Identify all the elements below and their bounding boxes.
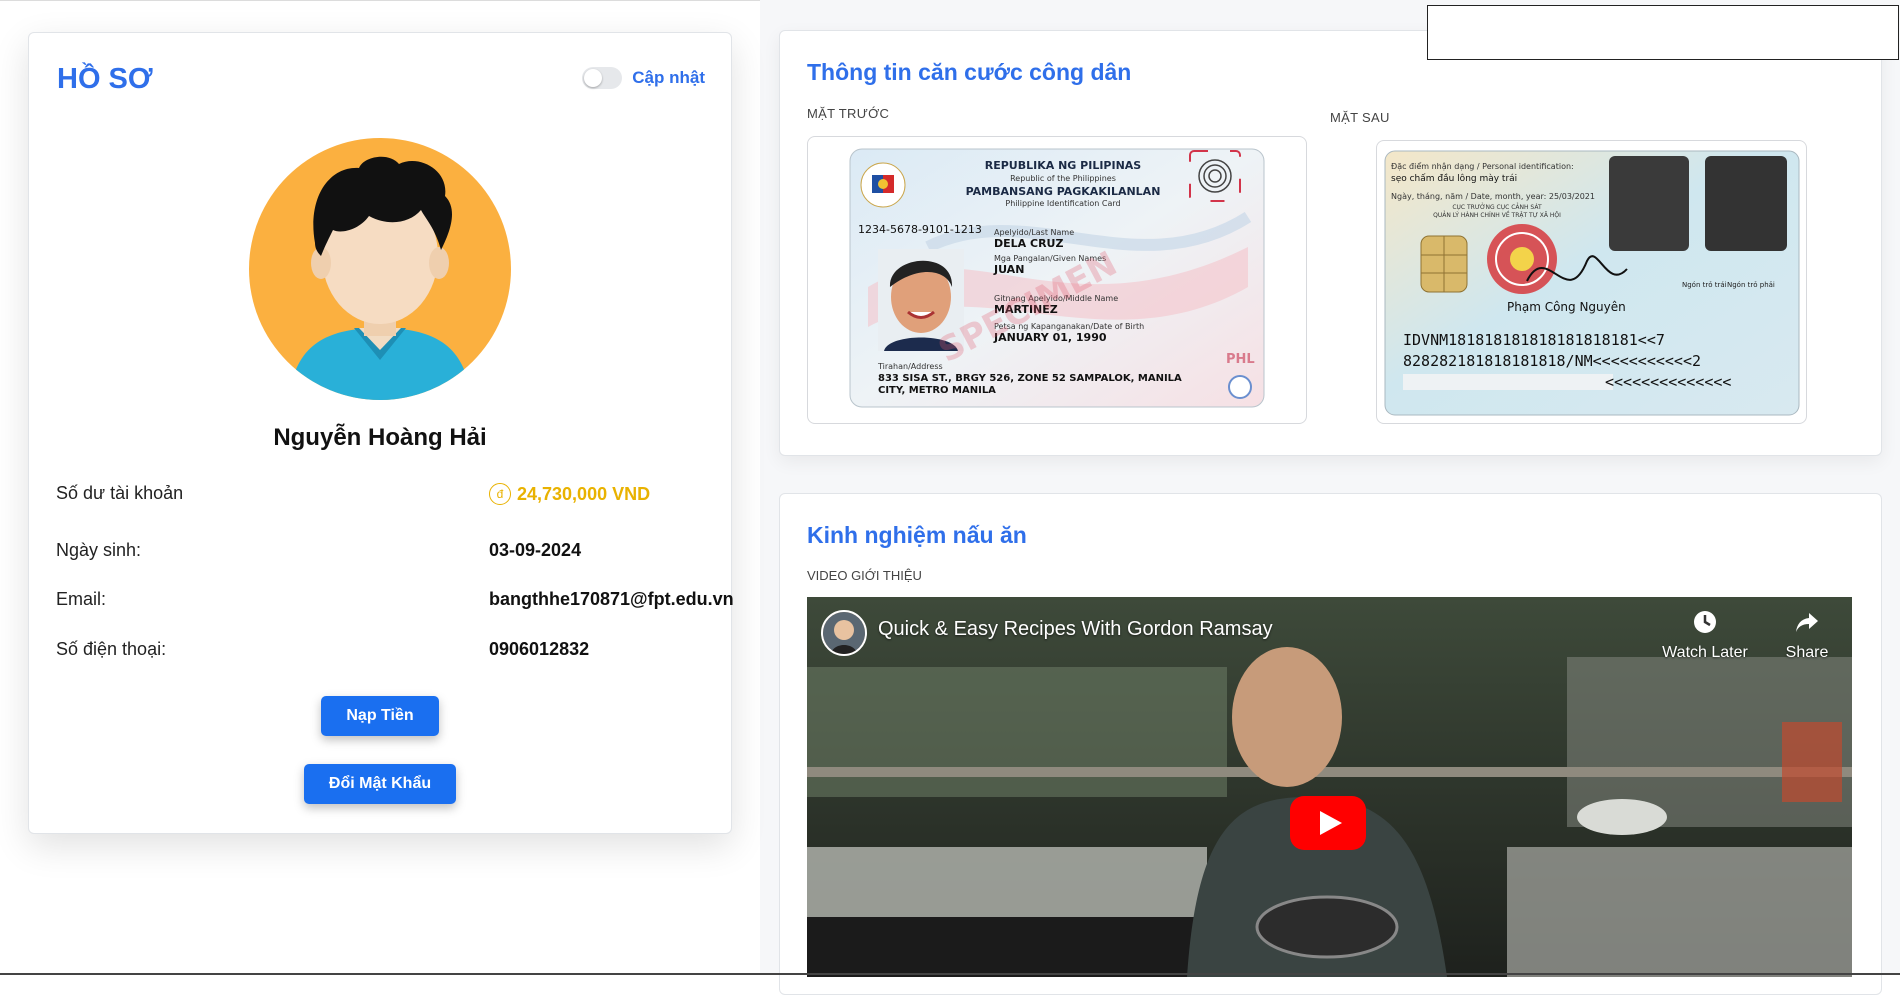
seal-icon	[1487, 224, 1557, 294]
back-mrz-2: 828282181818181818/NM<<<<<<<<<<<2	[1403, 352, 1701, 370]
front-address-2: CITY, METRO MANILA	[878, 385, 996, 396]
video-player[interactable]: Quick & Easy Recipes With Gordon Ramsay …	[807, 597, 1852, 977]
video-label: VIDEO GIỚI THIỆU	[807, 568, 922, 583]
share-label: Share	[1785, 644, 1829, 661]
cooking-title: Kinh nghiệm nấu ăn	[807, 522, 1027, 548]
front-last-name-label: Apelyido/Last Name	[994, 228, 1074, 237]
channel-avatar[interactable]	[821, 610, 867, 656]
dob-value: 03-09-2024	[489, 540, 582, 560]
id-card-section: Thông tin căn cước công dân MẶT TRƯỚC MẶ…	[779, 30, 1882, 456]
id-front-image: REPUBLIKA NG PILIPINAS Republic of the P…	[849, 148, 1265, 408]
back-office-1: CỤC TRƯỞNG CỤC CẢNH SÁT	[1452, 203, 1542, 211]
back-mrz-3: <<<<<<<<<<<<<<	[1605, 373, 1731, 391]
back-ident-label: Đặc điểm nhận dạng / Personal identifica…	[1391, 161, 1574, 172]
id-back-frame[interactable]: Đặc điểm nhận dạng / Personal identifica…	[1376, 140, 1807, 424]
email-row: Email: bangthhe170871@fpt.edu.vn	[56, 589, 734, 619]
toggle-knob	[584, 69, 603, 87]
back-date-line: Ngày, tháng, năm / Date, month, year: 25…	[1391, 192, 1595, 201]
topup-button[interactable]: Nạp Tiền	[321, 696, 439, 736]
back-left-finger: Ngón trỏ trái	[1682, 281, 1727, 289]
front-number: 1234-5678-9101-1213	[858, 223, 982, 236]
id-back-image: Đặc điểm nhận dạng / Personal identifica…	[1384, 150, 1800, 416]
balance-amount: 24,730,000 VND	[517, 483, 651, 504]
coin-icon: đ	[489, 483, 511, 505]
right-fingerprint	[1705, 156, 1787, 251]
watch-later-button[interactable]: Watch Later	[1660, 609, 1750, 662]
chip-icon	[1420, 235, 1468, 293]
phone-row: Số điện thoại: 0906012832	[56, 639, 716, 669]
phone-value: 0906012832	[489, 639, 590, 659]
play-icon[interactable]	[1290, 796, 1366, 850]
front-card-name: Philippine Identification Card	[1005, 199, 1120, 208]
id-front-frame[interactable]: REPUBLIKA NG PILIPINAS Republic of the P…	[807, 136, 1307, 424]
back-ident-value: sẹo chấm đầu lông mày trái	[1391, 173, 1517, 184]
id-card-title: Thông tin căn cước công dân	[807, 59, 1132, 85]
profile-title: HỒ SƠ	[57, 63, 153, 95]
front-address-label: Tirahan/Address	[877, 362, 943, 371]
back-label: MẶT SAU	[1330, 110, 1390, 125]
watch-later-label: Watch Later	[1662, 644, 1748, 661]
front-address-1: 833 SISA ST., BRGY 526, ZONE 52 SAMPALOK…	[878, 373, 1182, 384]
front-country-code: PHL	[1226, 352, 1255, 367]
back-office-2: QUẢN LÝ HÀNH CHÍNH VỀ TRẬT TỰ XÃ HỘI	[1433, 211, 1561, 219]
clock-icon	[1694, 611, 1716, 633]
change-password-button[interactable]: Đổi Mật Khẩu	[304, 764, 456, 804]
update-toggle-label[interactable]: Cập nhật	[632, 68, 705, 88]
share-button[interactable]: Share	[1777, 609, 1837, 662]
front-republic-en: Republic of the Philippines	[1010, 174, 1116, 183]
back-mrz-1: IDVNM181818181818181818181<<7	[1403, 331, 1665, 349]
overlay-box	[1427, 5, 1899, 60]
balance-value: đ 24,730,000 VND	[489, 483, 650, 505]
cooking-section: Kinh nghiệm nấu ăn VIDEO GIỚI THIỆU Quic…	[779, 493, 1882, 995]
dob-label: Ngày sinh:	[56, 540, 142, 560]
balance-label: Số dư tài khoản	[56, 483, 184, 503]
left-fingerprint	[1609, 156, 1689, 251]
front-label: MẶT TRƯỚC	[807, 106, 890, 121]
email-value: bangthhe170871@fpt.edu.vn	[489, 589, 734, 609]
profile-card: HỒ SƠ Cập nhật Nguyễn Hoàng Hải Số dư tà…	[28, 32, 734, 834]
front-last-name: DELA CRUZ	[994, 237, 1063, 250]
back-right-finger: Ngón trỏ phải	[1727, 281, 1775, 289]
dob-row: Ngày sinh: 03-09-2024	[56, 540, 716, 570]
front-republic: REPUBLIKA NG PILIPINAS	[985, 159, 1142, 172]
front-agency: PAMBANSANG PAGKAKILANLAN	[966, 185, 1161, 198]
profile-name: Nguyễn Hoàng Hải	[273, 424, 487, 451]
front-given: JUAN	[993, 263, 1024, 276]
update-toggle[interactable]	[582, 67, 623, 89]
email-label: Email:	[56, 589, 107, 609]
back-signer: Phạm Công Nguyên	[1507, 300, 1626, 314]
video-title[interactable]: Quick & Easy Recipes With Gordon Ramsay	[878, 618, 1273, 641]
share-icon	[1796, 613, 1818, 632]
phone-label: Số điện thoại:	[56, 639, 167, 659]
avatar	[249, 138, 511, 400]
update-toggle-group[interactable]: Cập nhật	[582, 67, 705, 89]
balance-row: Số dư tài khoản đ 24,730,000 VND	[56, 483, 716, 513]
